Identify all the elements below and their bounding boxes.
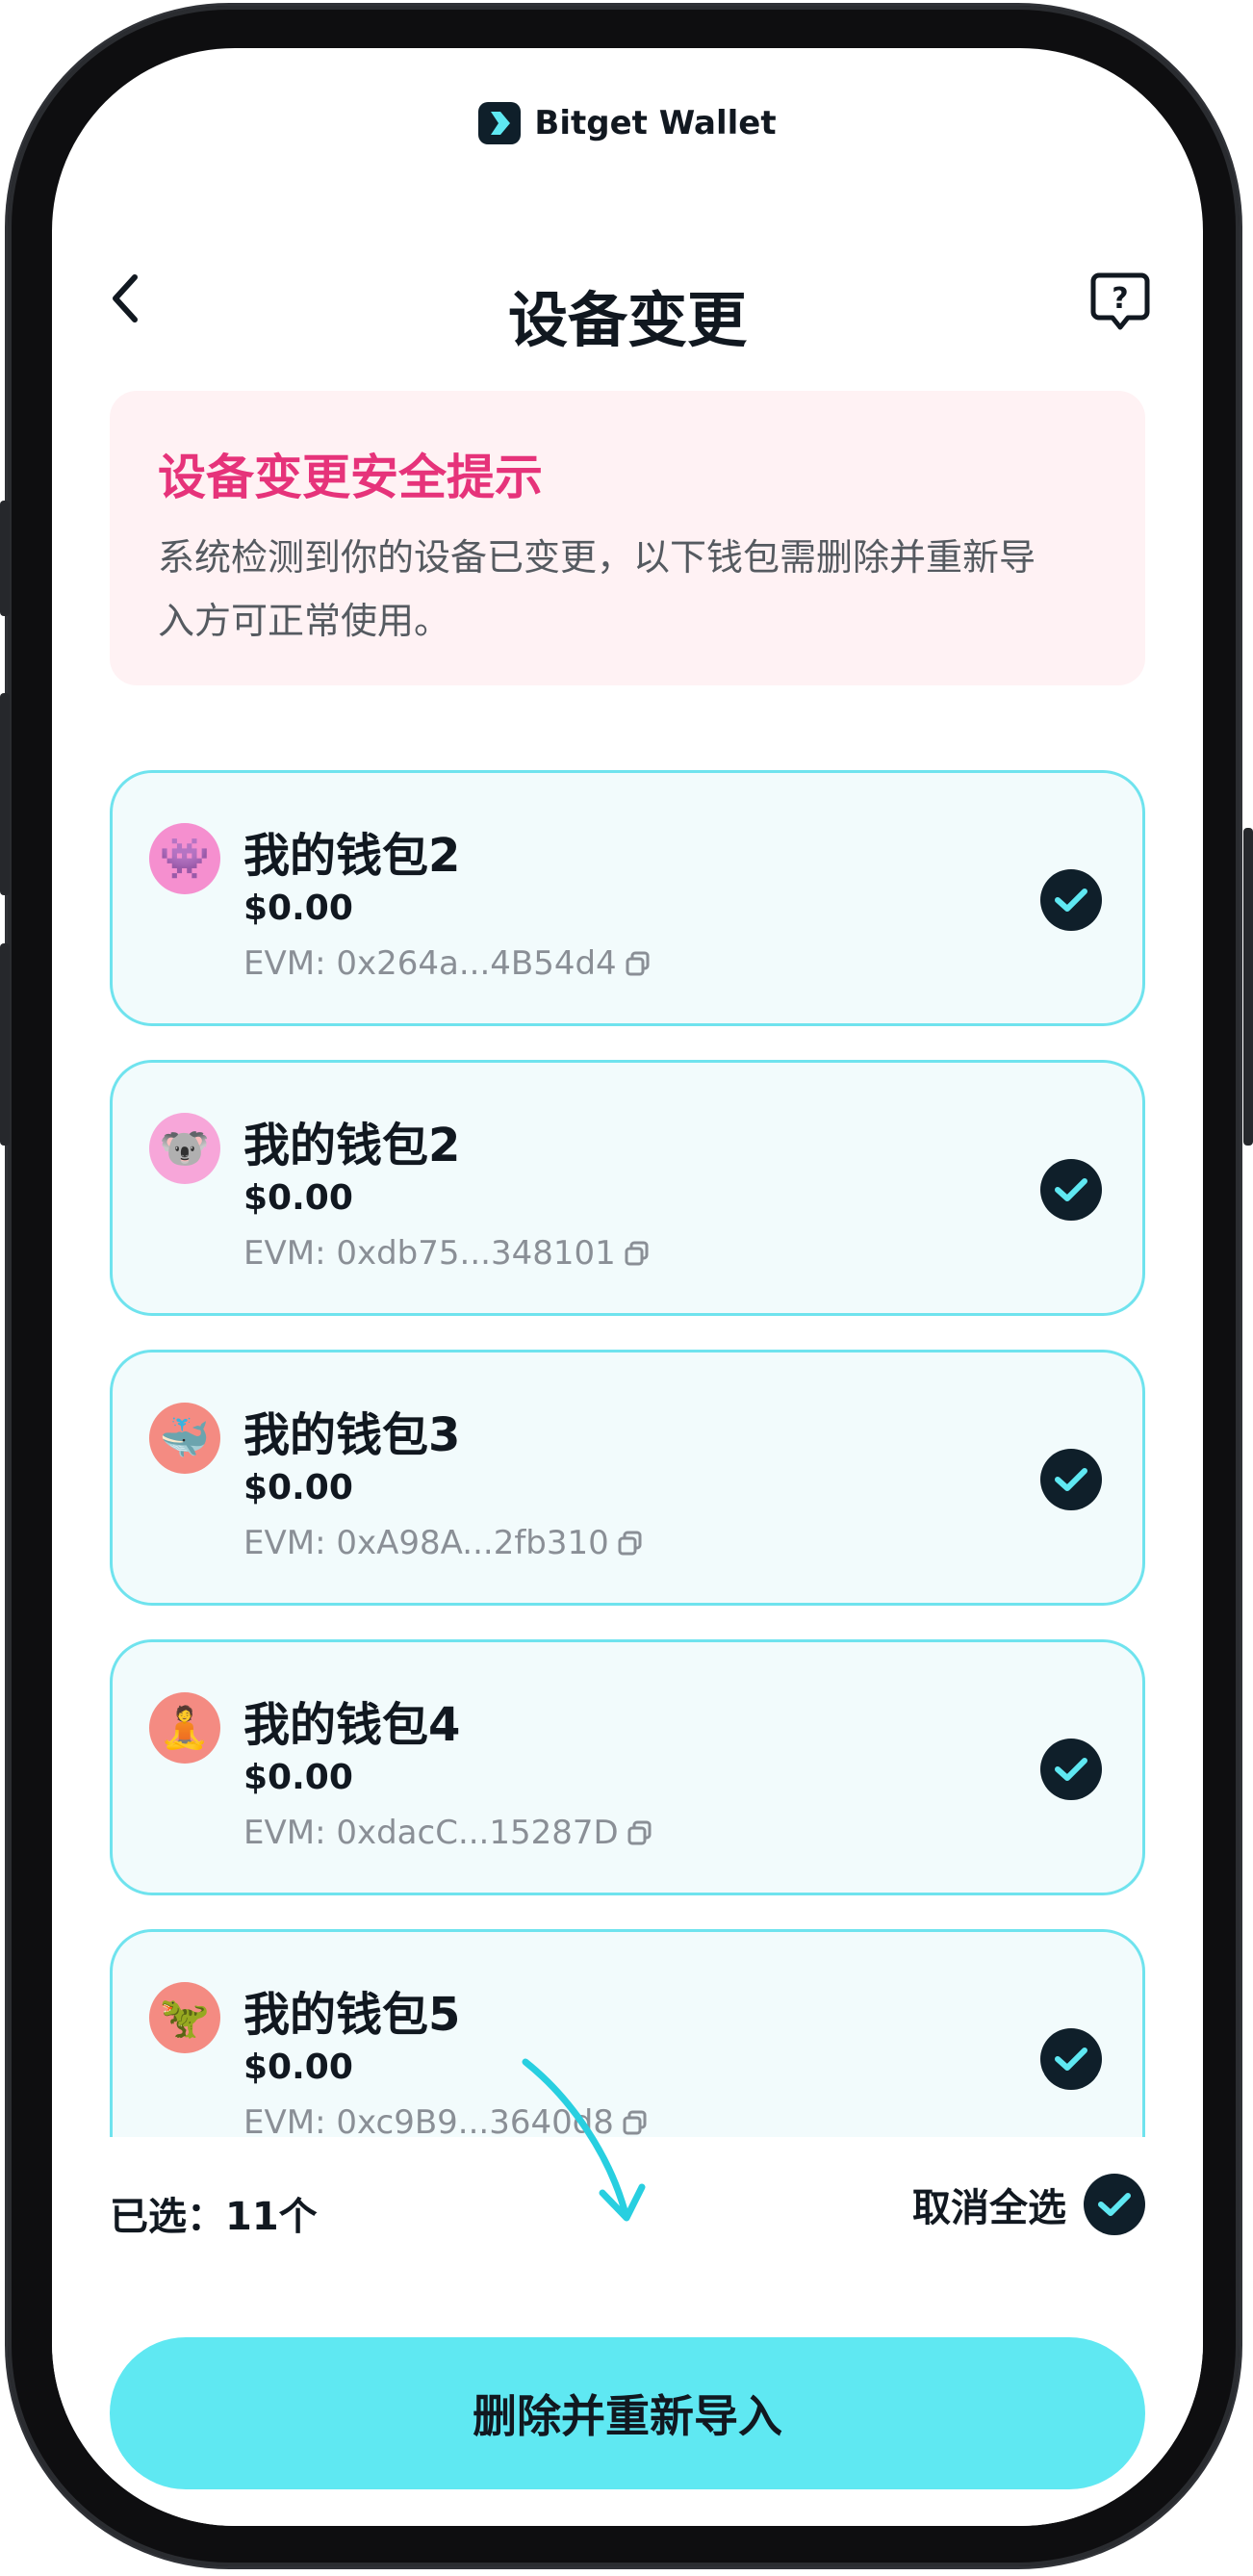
wallet-select-checkbox[interactable]: [1040, 1739, 1102, 1800]
koala-avatar: 🐨: [149, 1113, 220, 1184]
avatar-glyph: 👾: [159, 835, 211, 882]
wallet-balance: $0.00: [243, 1178, 353, 1218]
avatar-glyph: 🧘: [159, 1704, 211, 1751]
wallet-card[interactable]: 👾 我的钱包2 $0.00 EVM: 0x264a...4B54d4: [110, 770, 1145, 1026]
dinosaur-avatar: 🦖: [149, 1982, 220, 2053]
brand-name: Bitget Wallet: [534, 104, 777, 142]
wallet-card[interactable]: 🧘 我的钱包4 $0.00 EVM: 0xdacC...15287D: [110, 1639, 1145, 1895]
wallet-select-checkbox[interactable]: [1040, 2028, 1102, 2090]
delete-and-reimport-button[interactable]: 删除并重新导入: [110, 2337, 1145, 2489]
phone-side-button: [1243, 828, 1253, 1146]
wallet-address-text: EVM: 0xdacC...15287D: [243, 1814, 619, 1852]
bitget-logo-icon: [478, 102, 522, 144]
wallet-select-checkbox[interactable]: [1040, 1159, 1102, 1221]
security-notice: 设备变更安全提示 系统检测到你的设备已变更，以下钱包需删除并重新导入方可正常使用…: [110, 391, 1145, 685]
phone-side-button: [0, 693, 10, 895]
wallet-name: 我的钱包2: [243, 829, 461, 883]
whale-avatar: 🐳: [149, 1403, 220, 1474]
wallet-name: 我的钱包5: [243, 1988, 461, 2042]
avatar-glyph: 🦖: [159, 1994, 211, 2041]
checkmark-icon: [1055, 1758, 1087, 1781]
checkmark-icon: [1055, 1178, 1087, 1201]
copy-icon[interactable]: [617, 1530, 644, 1557]
nav-bar: 设备变更 ?: [52, 250, 1203, 355]
svg-text:?: ?: [1112, 282, 1128, 316]
help-button[interactable]: ?: [1087, 268, 1153, 333]
selection-footer: 已选：11个 取消全选 删除并重新导入: [52, 2137, 1203, 2526]
app-screen: Bitget Wallet 设备变更 ? 设备变更安全提示 系统检测到你的设备已…: [52, 48, 1203, 2526]
select-all-checkbox[interactable]: [1084, 2174, 1145, 2235]
wallet-balance: $0.00: [243, 1468, 353, 1507]
wallet-address: EVM: 0x264a...4B54d4: [243, 944, 652, 983]
wallet-select-checkbox[interactable]: [1040, 1449, 1102, 1510]
wallet-card[interactable]: 🦖 我的钱包5 $0.00 EVM: 0xc9B9...3640d8: [110, 1929, 1145, 2137]
wallet-name: 我的钱包2: [243, 1119, 461, 1172]
wallet-address-text: EVM: 0xdb75...348101: [243, 1234, 616, 1273]
yoga-avatar: 🧘: [149, 1692, 220, 1764]
selected-count: 已选：11个: [110, 2195, 318, 2239]
checkmark-icon: [1055, 889, 1087, 912]
wallet-address-text: EVM: 0x264a...4B54d4: [243, 944, 617, 983]
wallet-list[interactable]: 👾 我的钱包2 $0.00 EVM: 0x264a...4B54d4 🐨 我的钱…: [52, 716, 1203, 2137]
avatar-glyph: 🐨: [159, 1124, 211, 1172]
copy-icon[interactable]: [622, 2109, 649, 2136]
phone-side-button: [0, 943, 10, 1146]
wallet-name: 我的钱包4: [243, 1698, 461, 1752]
phone-side-button: [0, 501, 10, 616]
avatar-glyph: 🐳: [159, 1414, 211, 1461]
checkmark-icon: [1098, 2193, 1131, 2216]
pixel-invader-avatar: 👾: [149, 823, 220, 894]
deselect-all-label: 取消全选: [912, 2186, 1066, 2230]
wallet-name: 我的钱包3: [243, 1408, 461, 1462]
checkmark-icon: [1055, 1468, 1087, 1491]
wallet-address-text: EVM: 0xA98A...2fb310: [243, 1524, 609, 1562]
notice-body: 系统检测到你的设备已变更，以下钱包需删除并重新导入方可正常使用。: [158, 536, 1036, 642]
copy-icon[interactable]: [626, 1819, 653, 1846]
wallet-balance: $0.00: [243, 1758, 353, 1797]
wallet-address: EVM: 0xdb75...348101: [243, 1234, 651, 1273]
copy-icon[interactable]: [624, 1240, 651, 1267]
wallet-address: EVM: 0xA98A...2fb310: [243, 1524, 644, 1562]
wallet-card[interactable]: 🐳 我的钱包3 $0.00 EVM: 0xA98A...2fb310: [110, 1350, 1145, 1606]
checkmark-icon: [1055, 2048, 1087, 2071]
wallet-card[interactable]: 🐨 我的钱包2 $0.00 EVM: 0xdb75...348101: [110, 1060, 1145, 1316]
wallet-select-checkbox[interactable]: [1040, 869, 1102, 931]
deselect-all-button[interactable]: 取消全选: [912, 2174, 1145, 2235]
page-title: 设备变更: [507, 285, 747, 355]
notice-title: 设备变更安全提示: [158, 450, 543, 505]
wallet-address-text: EVM: 0xc9B9...3640d8: [243, 2103, 614, 2137]
wallet-balance: $0.00: [243, 2048, 353, 2087]
wallet-address: EVM: 0xdacC...15287D: [243, 1814, 653, 1852]
wallet-balance: $0.00: [243, 889, 353, 928]
wallet-address: EVM: 0xc9B9...3640d8: [243, 2103, 649, 2137]
copy-icon[interactable]: [625, 950, 652, 977]
brand-header: Bitget Wallet: [52, 102, 1203, 144]
help-chat-icon: ?: [1090, 272, 1150, 330]
